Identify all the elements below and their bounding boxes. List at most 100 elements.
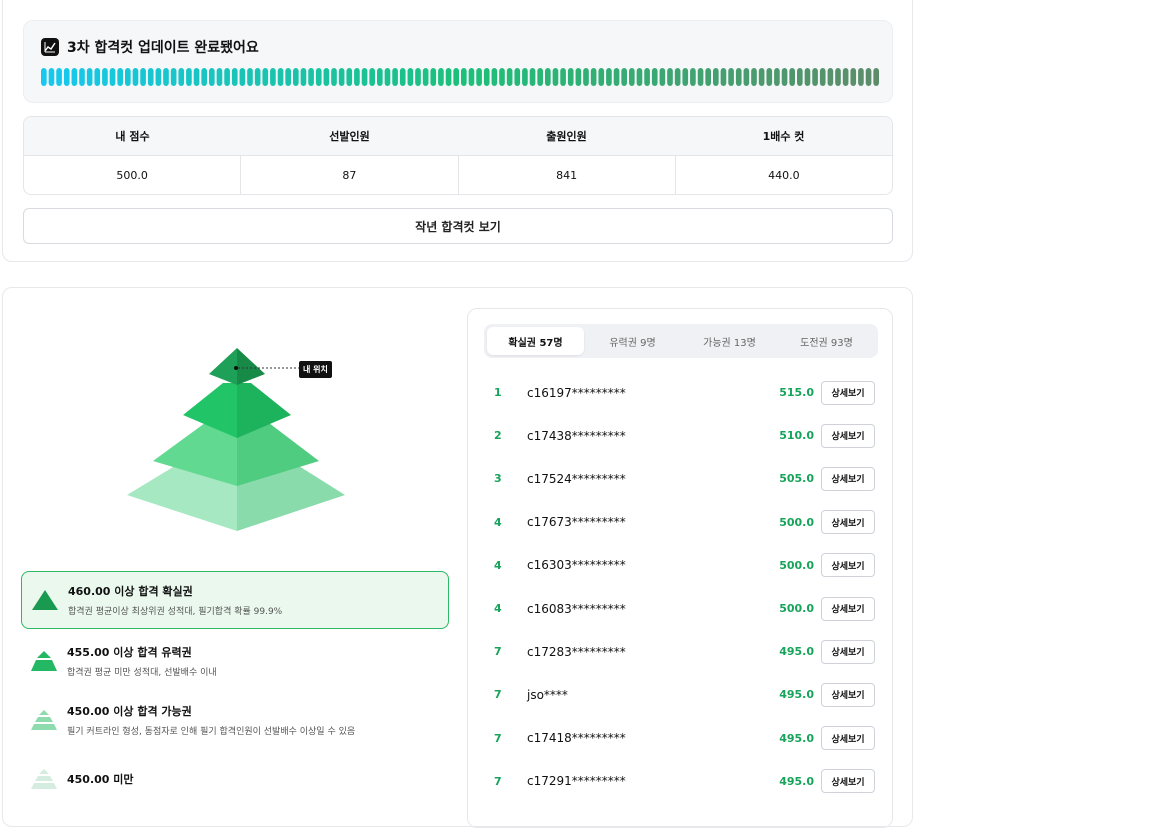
tab-tier-2[interactable]: 유력권 9명 [584, 327, 681, 355]
progress-segment [827, 68, 834, 86]
progress-segment [384, 68, 391, 86]
progress-segment [147, 68, 154, 86]
progress-segment [422, 68, 429, 86]
progress-segment [125, 68, 131, 86]
banner-title-row: 3차 합격컷 업데이트 완료됐어요 [41, 37, 259, 57]
progress-segment [522, 68, 528, 86]
detail-view-button[interactable]: 상세보기 [821, 466, 875, 491]
detail-view-button[interactable]: 상세보기 [821, 596, 875, 621]
progress-segment [819, 68, 826, 86]
progress-segment [858, 68, 864, 86]
progress-segment [41, 68, 47, 86]
progress-segment [453, 68, 459, 86]
progress-segment [300, 68, 307, 86]
applicant-id: c16197********* [527, 385, 626, 400]
tab-tier-1[interactable]: 확실권 57명 [487, 327, 584, 355]
pyramid-tier-1-right [237, 348, 265, 385]
ranking-row: 1 c16197********* 515.0 상세보기 [468, 371, 894, 414]
applicant-id: c17524********* [527, 471, 626, 486]
detail-view-button[interactable]: 상세보기 [821, 380, 875, 405]
applicant-id: c17418********* [527, 731, 626, 746]
progress-segment [193, 68, 200, 86]
detail-view-button[interactable]: 상세보기 [821, 510, 875, 535]
detail-view-button[interactable]: 상세보기 [821, 726, 875, 751]
applicant-id: c16083********* [527, 601, 626, 616]
ranking-panel: 확실권 57명 유력권 9명 가능권 13명 도전권 93명 1 c16197*****… [467, 308, 893, 828]
detail-view-button[interactable]: 상세보기 [821, 423, 875, 448]
progress-segment [377, 68, 383, 86]
progress-segment [277, 68, 284, 86]
legend-description: 필기 커트라인 형성, 동점자로 인해 필기 합격인원이 선발배수 이상일 수 … [67, 727, 356, 737]
tier-tabs: 확실권 57명 유력권 9명 가능권 13명 도전권 93명 [484, 324, 878, 358]
legend-title: 455.00 이상 합격 유력권 [67, 646, 192, 659]
pyramid-tier-icon [21, 710, 67, 730]
pyramid-tier-icon [21, 651, 67, 671]
progress-segment [865, 68, 872, 86]
legend-item-2[interactable]: 455.00 이상 합격 유력권합격권 평균 미만 성적대, 선발배수 이내 [21, 632, 449, 690]
stats-value-selection: 87 [240, 156, 457, 194]
progress-segment [315, 68, 322, 86]
legend-item-3[interactable]: 450.00 이상 합격 가능권 필기 커트라인 형성, 동점자로 인해 필기 합… [21, 691, 449, 749]
progress-segment [835, 68, 841, 86]
detail-view-button[interactable]: 상세보기 [821, 682, 875, 707]
stats-value-row: 500.0 87 841 440.0 [24, 156, 892, 194]
legend-text: 460.00 이상 합격 확실권 합격권 평균이상 최상위권 성적대, 필기합격 … [68, 583, 282, 617]
applicant-id: c17673********* [527, 515, 626, 530]
my-position-dot [234, 366, 238, 370]
legend-item-4[interactable]: 450.00 미만 [21, 750, 449, 808]
progress-segment [132, 68, 139, 86]
applicant-score: 510.0 [779, 429, 814, 443]
legend-text: 450.00 미만 [67, 771, 134, 787]
tab-tier-4[interactable]: 도전권 93명 [778, 327, 875, 355]
detail-view-button[interactable]: 상세보기 [821, 553, 875, 578]
applicant-id: c17438********* [527, 428, 626, 443]
progress-segment [697, 68, 704, 86]
progress-segment [629, 68, 635, 86]
progress-segment [545, 68, 551, 86]
progress-segment [262, 68, 269, 86]
progress-segment [438, 68, 444, 86]
progress-segment [506, 68, 513, 86]
tab-tier-3[interactable]: 가능권 13명 [681, 327, 778, 355]
applicant-score: 500.0 [779, 515, 814, 529]
update-banner: 3차 합격컷 업데이트 완료됐어요 [23, 20, 893, 103]
progress-segment [751, 68, 757, 86]
progress-segment [461, 68, 467, 86]
applicant-id: c16303********* [527, 558, 626, 573]
progress-segment [735, 68, 742, 86]
progress-segment [86, 68, 93, 86]
progress-segment [850, 68, 857, 86]
ranking-row: 7 c17418********* 495.0 상세보기 [468, 717, 894, 760]
progress-segment [201, 68, 207, 86]
progress-segment [285, 68, 291, 86]
progress-segment [514, 68, 521, 86]
ranking-row: 4 c17673********* 500.0 상세보기 [468, 501, 894, 544]
banner-title: 3차 합격컷 업데이트 완료됐어요 [67, 40, 259, 56]
detail-view-button[interactable]: 상세보기 [821, 769, 875, 794]
legend-description: 합격권 평균 미만 성적대, 선발배수 이내 [67, 668, 217, 678]
progress-segment [94, 68, 101, 86]
applicant-score: 495.0 [779, 774, 814, 788]
my-position-label: 내 위치 [299, 361, 332, 378]
progress-segment [674, 68, 681, 86]
progress-segment [804, 68, 811, 86]
cutline-summary-card: 3차 합격컷 업데이트 완료됐어요 내 점수 선발인원 출원인원 1배수 컷 5… [2, 0, 913, 262]
progress-segment [728, 68, 734, 86]
progress-segment [346, 68, 353, 86]
progress-segment [476, 68, 482, 86]
legend-title: 450.00 미만 [67, 773, 134, 786]
ranking-row: 7 c17291********* 495.0 상세보기 [468, 760, 894, 803]
progress-segment [621, 68, 627, 86]
legend-item-1[interactable]: 460.00 이상 합격 확실권 합격권 평균이상 최상위권 성적대, 필기합격 … [21, 571, 449, 629]
stats-header-selection: 선발인원 [329, 130, 370, 143]
progress-segment [720, 68, 727, 86]
detail-view-button[interactable]: 상세보기 [821, 639, 875, 664]
progress-segment [361, 68, 368, 86]
progress-segment [468, 68, 475, 86]
progress-segment [575, 68, 582, 86]
progress-segment [659, 68, 666, 86]
progress-segment [308, 68, 314, 86]
rank-number: 7 [494, 731, 502, 745]
rank-number: 4 [494, 602, 502, 615]
last-year-cutline-button[interactable]: 작년 합격컷 보기 [23, 208, 893, 244]
